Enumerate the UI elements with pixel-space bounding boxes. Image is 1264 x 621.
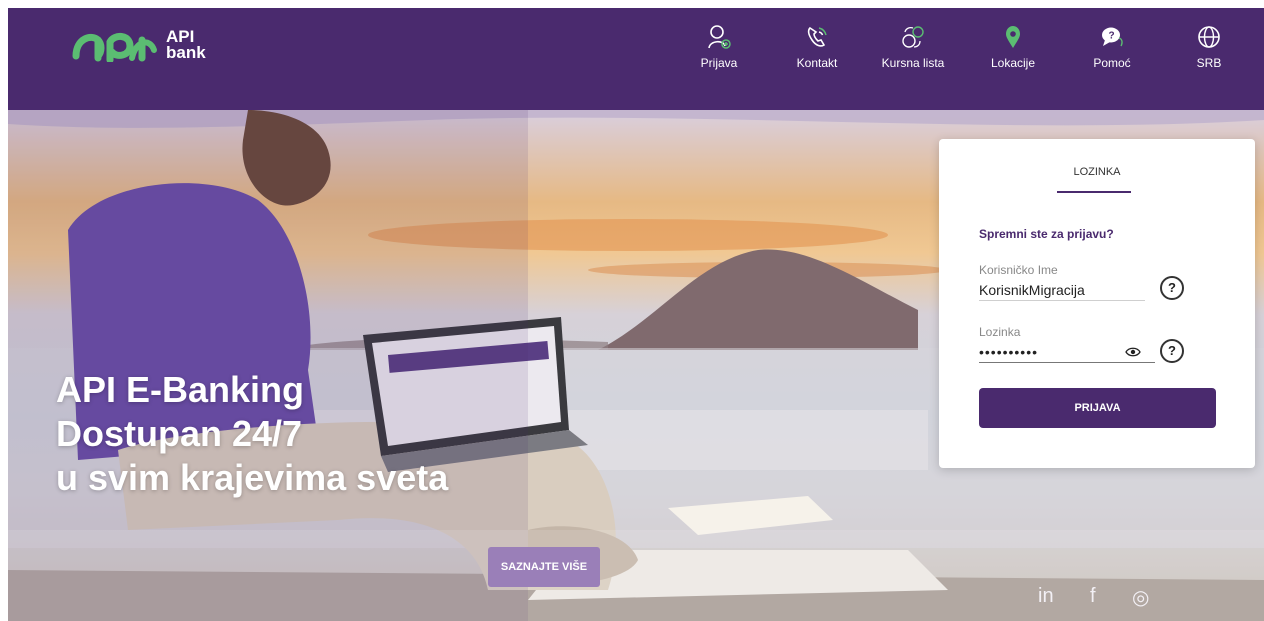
nav-label-pomoc: Pomoć (1093, 56, 1131, 70)
location-pin-icon (1006, 26, 1020, 48)
globe-icon (1198, 26, 1220, 48)
chat-help-icon: ? (1102, 27, 1123, 47)
username-input[interactable] (979, 279, 1145, 301)
facebook-icon[interactable]: f (1090, 585, 1096, 608)
tab-lozinka[interactable]: LOZINKA (1061, 166, 1133, 178)
hero-title-line-3: u svim krajevima sveta (56, 457, 449, 498)
linkedin-icon[interactable]: in (1038, 585, 1054, 608)
nav-item-prijava[interactable]: Prijava (674, 24, 764, 70)
currency-exchange-icon (902, 26, 924, 48)
nav-label-lokacije: Lokacije (990, 56, 1036, 70)
nav-label-srb: SRB (1196, 56, 1222, 70)
svg-text:?: ? (1109, 31, 1115, 42)
phone-icon (807, 26, 827, 47)
user-add-icon (708, 25, 731, 49)
nav-item-srb[interactable]: SRB (1164, 24, 1254, 70)
password-label: Lozinka (979, 325, 1021, 339)
tab-active-indicator (1057, 191, 1131, 193)
main-nav: Prijava Kontakt Kursna lista Lokacije ? … (8, 24, 1264, 84)
nav-label-prijava: Prijava (700, 56, 738, 70)
instagram-icon[interactable]: ◎ (1132, 585, 1149, 610)
username-help-icon[interactable]: ? (1160, 276, 1184, 300)
hero-title-line-1: API E-Banking (56, 369, 305, 410)
hero-title: API E-Banking Dostupan 24/7 u svim kraje… (56, 368, 448, 500)
show-password-icon[interactable] (1125, 346, 1141, 358)
nav-item-lokacije[interactable]: Lokacije (968, 24, 1058, 70)
username-label: Korisničko Ime (979, 263, 1058, 277)
learn-more-button[interactable]: SAZNAJTE VIŠE (488, 547, 600, 587)
nav-item-pomoc[interactable]: ? Pomoć (1067, 24, 1157, 70)
login-button[interactable]: PRIJAVA (979, 388, 1216, 428)
nav-label-kontakt: Kontakt (796, 56, 838, 70)
hero-title-line-2: Dostupan 24/7 (56, 413, 303, 454)
nav-label-kursna-lista: Kursna lista (881, 56, 945, 70)
nav-item-kursna-lista[interactable]: Kursna lista (868, 24, 958, 70)
login-card: LOZINKA Spremni ste za prijavu? Korisnič… (939, 139, 1255, 468)
password-help-icon[interactable]: ? (1160, 339, 1184, 363)
nav-item-kontakt[interactable]: Kontakt (772, 24, 862, 70)
top-header: API bank Prijava Kontakt Kursna lista Lo… (8, 8, 1264, 110)
login-heading: Spremni ste za prijavu? (979, 227, 1114, 241)
